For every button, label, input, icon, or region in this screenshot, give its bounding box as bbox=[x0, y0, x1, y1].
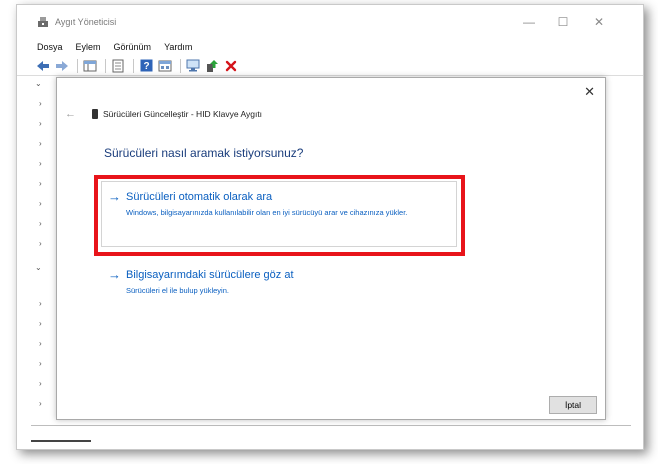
horizontal-scrollbar[interactable] bbox=[31, 425, 631, 442]
back-arrow-icon[interactable]: ← bbox=[65, 108, 76, 120]
chevron-right-icon[interactable]: › bbox=[39, 239, 42, 248]
uninstall-device-icon[interactable] bbox=[223, 58, 239, 74]
dialog-close-button[interactable]: ✕ bbox=[584, 84, 595, 100]
menu-action[interactable]: Eylem bbox=[76, 38, 101, 56]
chevron-right-icon[interactable]: › bbox=[39, 99, 42, 108]
menu-view[interactable]: Görünüm bbox=[114, 38, 152, 56]
chevron-down-icon[interactable]: ⌄ bbox=[35, 263, 42, 272]
window-title: Aygıt Yöneticisi bbox=[55, 17, 117, 27]
chevron-right-icon[interactable]: › bbox=[39, 399, 42, 408]
menu-help[interactable]: Yardım bbox=[164, 38, 192, 56]
maximize-button[interactable]: ☐ bbox=[547, 13, 579, 31]
show-hide-console-tree-icon[interactable] bbox=[82, 58, 98, 74]
device-tree: ⌄ › › › › › › › › ⌄ › › › › › › bbox=[17, 77, 57, 427]
device-manager-app-icon bbox=[38, 17, 48, 27]
chevron-right-icon[interactable]: › bbox=[39, 379, 42, 388]
toolbar-separator bbox=[180, 58, 181, 73]
chevron-right-icon[interactable]: › bbox=[39, 319, 42, 328]
browse-my-computer-option[interactable]: → Bilgisayarımdaki sürücülere göz at Sür… bbox=[101, 259, 457, 325]
svg-text:?: ? bbox=[143, 61, 149, 72]
toolbar-separator bbox=[133, 58, 134, 73]
view-icon[interactable] bbox=[157, 58, 173, 74]
chevron-right-icon[interactable]: › bbox=[39, 119, 42, 128]
chevron-right-icon[interactable]: › bbox=[39, 179, 42, 188]
toolbar-separator bbox=[105, 58, 106, 73]
chevron-right-icon[interactable]: › bbox=[39, 299, 42, 308]
chevron-right-icon[interactable]: › bbox=[39, 219, 42, 228]
arrow-right-icon: → bbox=[108, 267, 121, 282]
option-description: Sürücüleri el ile bulup yükleyin. bbox=[126, 286, 229, 295]
chevron-right-icon[interactable]: › bbox=[39, 339, 42, 348]
scan-hardware-icon[interactable] bbox=[185, 58, 201, 74]
menu-bar: Dosya Eylem Görünüm Yardım bbox=[17, 38, 643, 56]
close-window-button[interactable]: ✕ bbox=[583, 13, 615, 31]
title-bar: Aygıt Yöneticisi — ☐ ✕ bbox=[17, 5, 643, 37]
cancel-button[interactable]: İptal bbox=[549, 396, 597, 414]
properties-icon[interactable] bbox=[110, 58, 126, 74]
toolbar-separator bbox=[77, 58, 78, 73]
chevron-right-icon[interactable]: › bbox=[39, 159, 42, 168]
dialog-heading: Sürücüleri nasıl aramak istiyorsunuz? bbox=[104, 146, 304, 160]
help-icon[interactable]: ? bbox=[138, 58, 154, 74]
device-manager-window: Aygıt Yöneticisi — ☐ ✕ Dosya Eylem Görün… bbox=[16, 4, 644, 450]
option-label: Bilgisayarımdaki sürücülere göz at bbox=[126, 269, 294, 281]
chevron-right-icon[interactable]: › bbox=[39, 199, 42, 208]
minimize-button[interactable]: — bbox=[513, 13, 545, 31]
menu-file[interactable]: Dosya bbox=[37, 38, 63, 56]
chevron-right-icon[interactable]: › bbox=[39, 359, 42, 368]
toolbar: ? bbox=[17, 56, 643, 76]
keyboard-device-icon bbox=[92, 109, 98, 119]
red-highlight-box bbox=[94, 175, 465, 256]
chevron-down-icon[interactable]: ⌄ bbox=[35, 79, 42, 88]
back-icon[interactable] bbox=[35, 58, 51, 74]
scrollbar-thumb[interactable] bbox=[31, 440, 91, 442]
update-driver-icon[interactable] bbox=[204, 58, 220, 74]
dialog-title: Sürücüleri Güncelleştir - HID Klavye Ayg… bbox=[103, 109, 263, 119]
forward-icon[interactable] bbox=[54, 58, 70, 74]
chevron-right-icon[interactable]: › bbox=[39, 139, 42, 148]
update-drivers-dialog: ✕ ← Sürücüleri Güncelleştir - HID Klavye… bbox=[56, 77, 606, 420]
